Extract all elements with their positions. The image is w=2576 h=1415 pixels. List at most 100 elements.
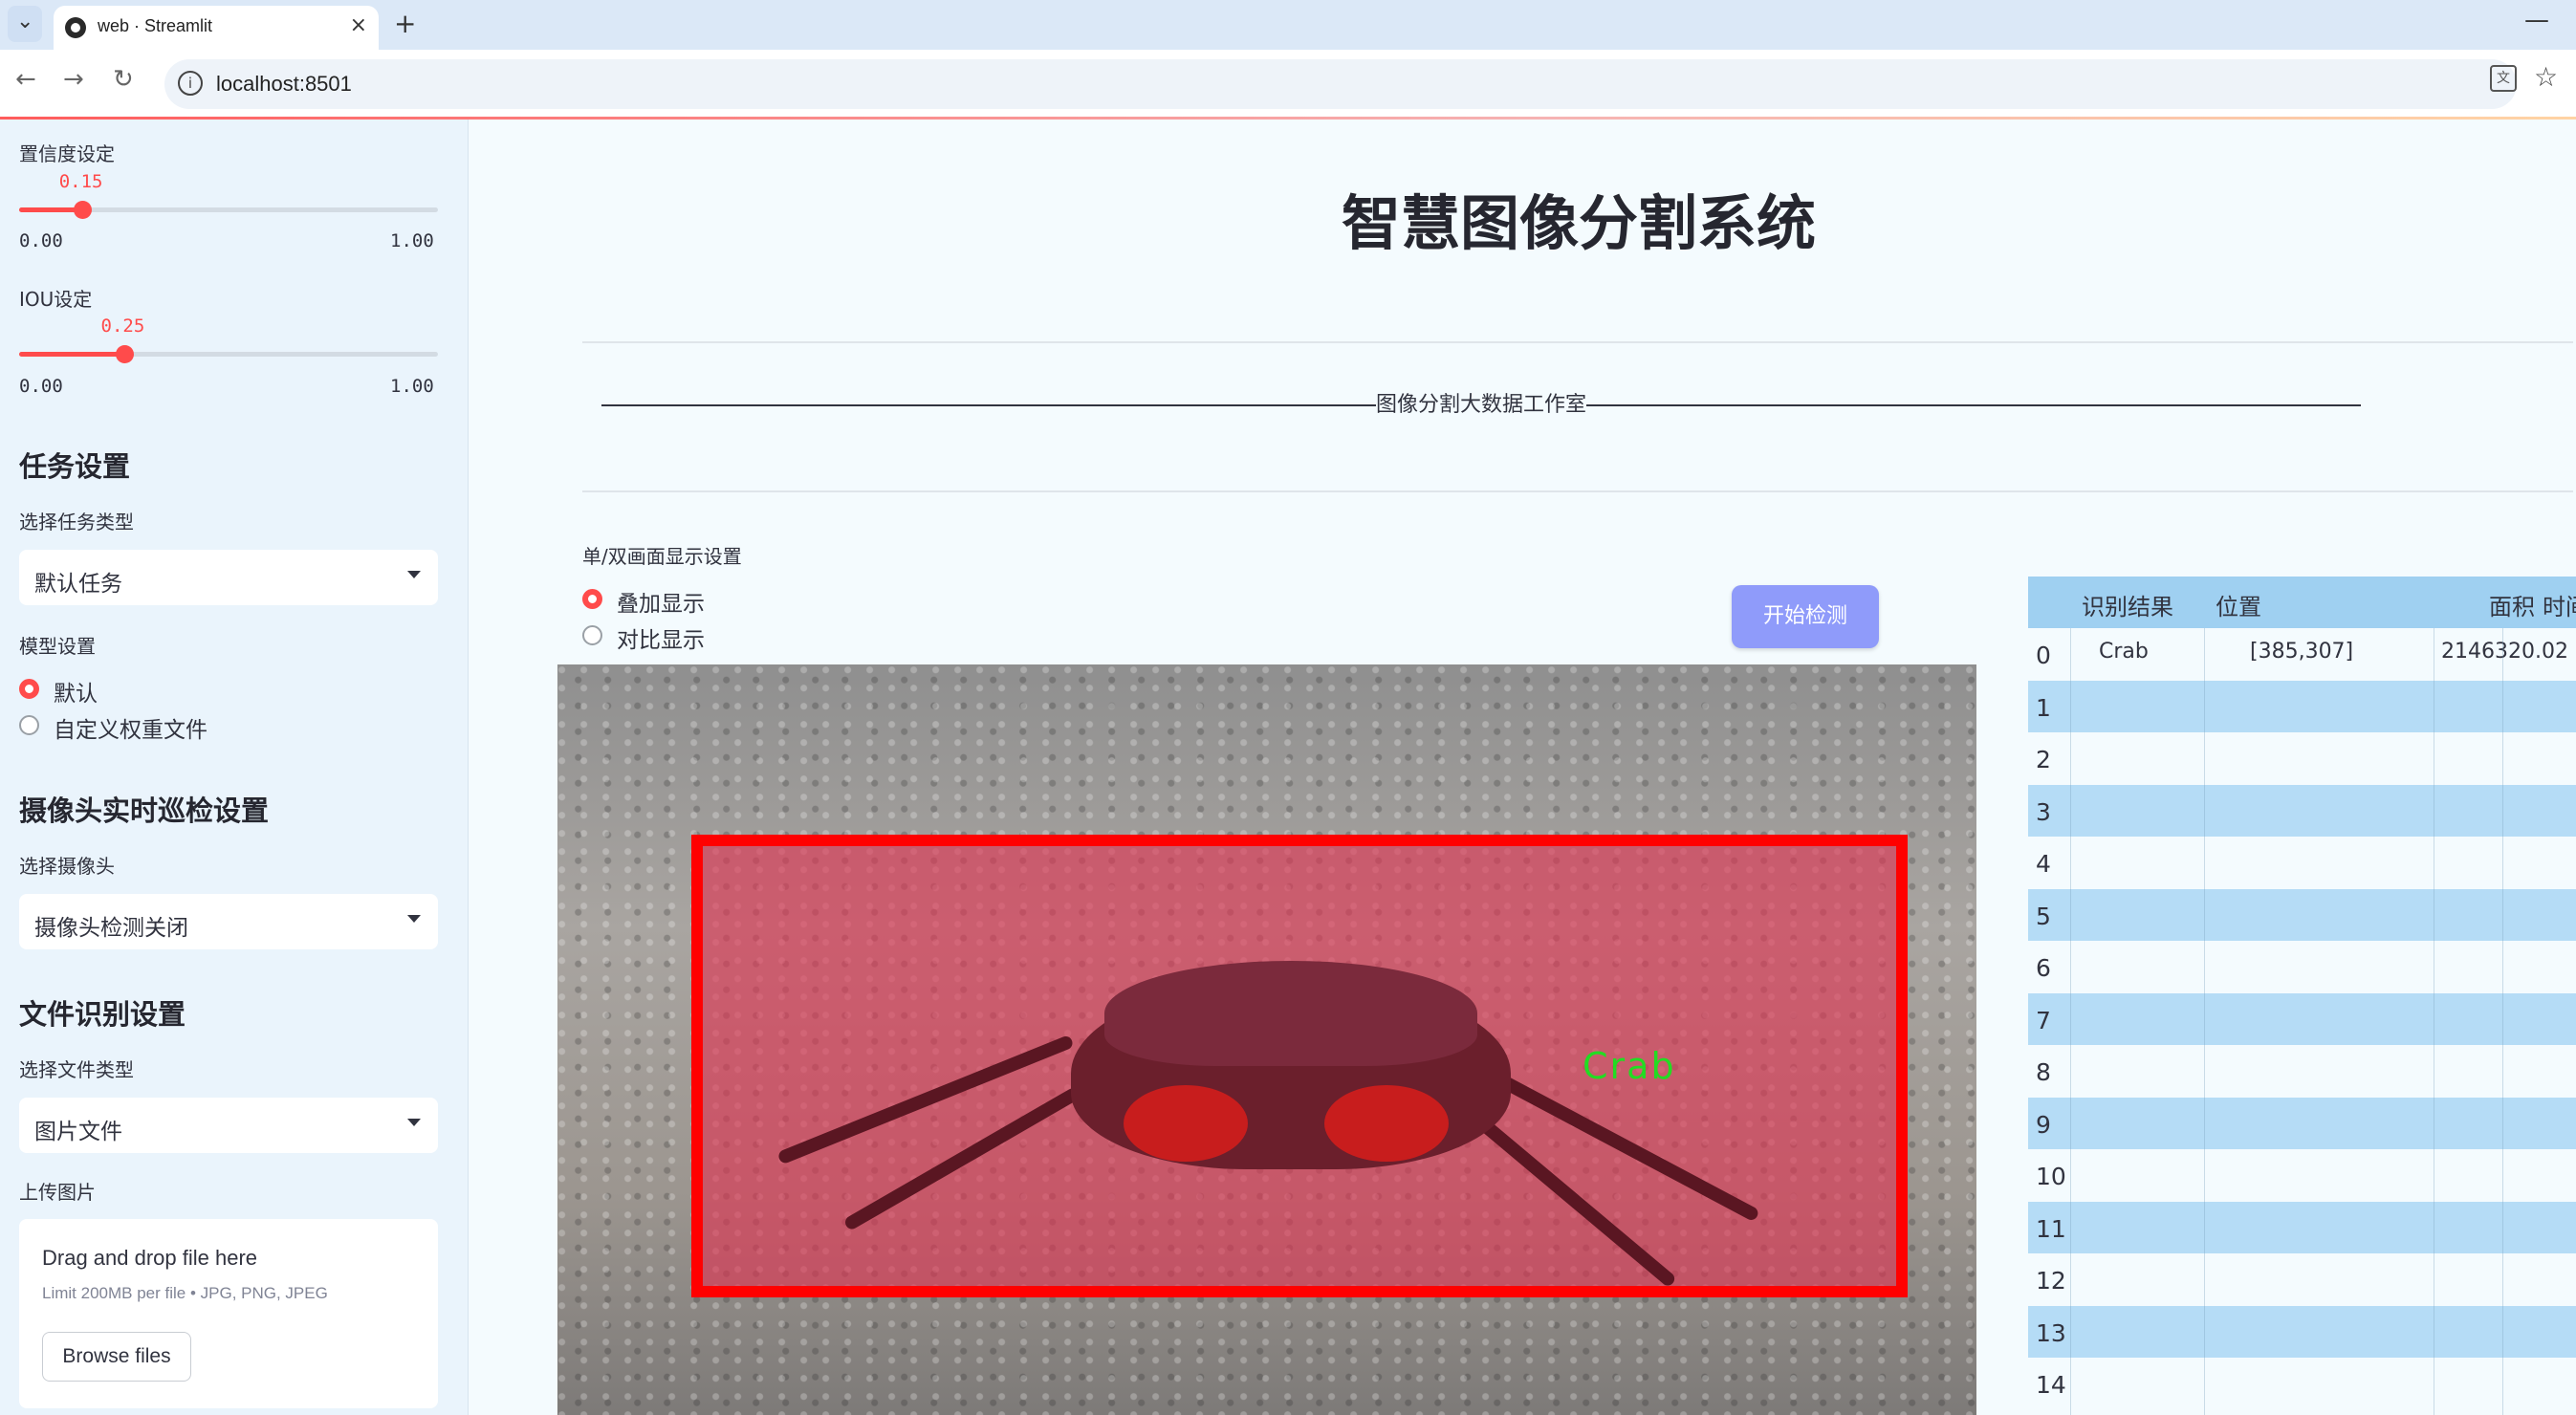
cell-position: [385,307] — [2250, 640, 2354, 664]
task-type-value: 默认任务 — [34, 572, 122, 597]
url-field[interactable]: i localhost:8501 — [164, 59, 2517, 109]
display-option-label: 对比显示 — [617, 628, 705, 653]
detection-image: Crab — [557, 664, 1976, 1415]
table-row[interactable]: 4 — [2028, 837, 2576, 888]
column-divider — [2502, 628, 2503, 1415]
upload-label: 上传图片 — [19, 1181, 96, 1204]
radio-icon[interactable] — [19, 679, 39, 699]
table-row[interactable]: 8 — [2028, 1045, 2576, 1097]
confidence-max: 1.00 — [390, 230, 434, 251]
model-option-label: 默认 — [54, 682, 98, 707]
dropzone-title: Drag and drop file here — [42, 1246, 258, 1270]
close-icon[interactable]: × — [350, 13, 367, 37]
crab-claw — [1324, 1085, 1449, 1162]
back-icon[interactable]: ← — [15, 65, 36, 94]
display-option-label: 叠加显示 — [617, 592, 705, 617]
table-row[interactable]: 6 — [2028, 941, 2576, 992]
file-dropzone[interactable]: Drag and drop file here Limit 200MB per … — [19, 1219, 438, 1408]
table-row[interactable]: 2 — [2028, 732, 2576, 784]
row-index: 8 — [2036, 1058, 2051, 1086]
camera-select-value: 摄像头检测关闭 — [34, 916, 188, 941]
table-row[interactable]: 3 — [2028, 784, 2576, 837]
dash-line — [1586, 404, 2361, 406]
confidence-value: 0.15 — [58, 171, 103, 192]
tab-dropdown-icon[interactable]: ⌄ — [8, 6, 42, 42]
model-option-label: 自定义权重文件 — [54, 718, 207, 743]
table-row[interactable]: 1 — [2028, 680, 2576, 732]
table-row[interactable]: 13 — [2028, 1305, 2576, 1358]
chevron-down-icon — [407, 571, 421, 578]
column-header-area[interactable]: 面积 — [2489, 588, 2535, 621]
crab-leg — [1463, 1105, 1677, 1289]
table-row[interactable]: 11 — [2028, 1201, 2576, 1253]
plus-icon[interactable]: + — [394, 8, 416, 39]
confidence-slider-fill — [19, 207, 82, 212]
column-header-result[interactable]: 识别结果 — [2082, 588, 2173, 621]
row-index: 5 — [2036, 902, 2051, 930]
task-type-select[interactable]: 默认任务 — [19, 550, 438, 605]
crab-leg — [1483, 1066, 1760, 1223]
table-row[interactable]: 10 — [2028, 1149, 2576, 1201]
row-index: 6 — [2036, 954, 2051, 982]
iou-value: 0.25 — [100, 316, 145, 337]
reload-icon[interactable]: ↻ — [113, 65, 134, 94]
forward-icon[interactable]: → — [63, 65, 84, 94]
table-row[interactable]: 7 — [2028, 992, 2576, 1045]
iou-label: IOU设定 — [19, 288, 93, 311]
tab-title: web · Streamlit — [98, 16, 213, 35]
browser-tab[interactable]: web · Streamlit × — [54, 6, 379, 50]
row-index: 7 — [2036, 1006, 2051, 1034]
url-text[interactable]: localhost:8501 — [216, 72, 352, 97]
chevron-down-icon — [407, 915, 421, 923]
radio-icon[interactable] — [582, 625, 602, 645]
row-index: 12 — [2036, 1267, 2066, 1295]
table-row[interactable]: 9 — [2028, 1097, 2576, 1149]
crab-leg — [842, 1085, 1081, 1232]
browse-files-button[interactable]: Browse files — [42, 1332, 191, 1382]
divider — [582, 490, 2573, 492]
info-icon[interactable]: i — [178, 71, 203, 96]
iou-slider[interactable]: 0.25 — [19, 316, 438, 363]
table-row[interactable]: 14 — [2028, 1358, 2576, 1409]
confidence-slider[interactable]: 0.15 — [19, 171, 438, 219]
radio-icon[interactable] — [19, 715, 39, 735]
task-settings-heading: 任务设置 — [19, 450, 131, 483]
table-row[interactable]: 5 — [2028, 888, 2576, 941]
column-header-position[interactable]: 位置 — [2216, 588, 2261, 621]
iou-max: 1.00 — [390, 376, 434, 397]
results-table[interactable]: 识别结果 位置 面积 时间 0Crab[385,307]2146320.0212… — [2028, 577, 2576, 1415]
iou-slider-fill — [19, 352, 124, 357]
main-content: 智慧图像分割系统 图像分割大数据工作室 单/双画面显示设置 叠加显示 对比显示 … — [469, 120, 2576, 1415]
crab-claw — [1124, 1085, 1248, 1162]
row-index: 1 — [2036, 693, 2051, 722]
table-row[interactable]: 12 — [2028, 1253, 2576, 1305]
detection-label: Crab — [1583, 1045, 1676, 1087]
start-detection-button[interactable]: 开始检测 — [1732, 585, 1879, 648]
task-type-label: 选择任务类型 — [19, 511, 134, 533]
row-index: 3 — [2036, 797, 2051, 826]
row-index: 0 — [2036, 642, 2051, 669]
studio-name: 图像分割大数据工作室 — [1375, 393, 1586, 417]
confidence-slider-thumb[interactable] — [73, 201, 92, 219]
file-type-label: 选择文件类型 — [19, 1058, 134, 1081]
translate-icon[interactable]: 文 — [2490, 65, 2517, 92]
confidence-min: 0.00 — [19, 230, 63, 251]
row-index: 10 — [2036, 1163, 2066, 1190]
segmentation-overlay: Crab — [691, 835, 1908, 1297]
table-header: 识别结果 位置 面积 时间 — [2028, 577, 2576, 628]
column-header-time[interactable]: 时间 — [2543, 588, 2576, 621]
iou-slider-thumb[interactable] — [115, 345, 134, 363]
row-index: 2 — [2036, 746, 2051, 773]
camera-select[interactable]: 摄像头检测关闭 — [19, 894, 438, 949]
browser-tab-bar: ⌄ web · Streamlit × + — — [0, 0, 2576, 50]
model-settings-label: 模型设置 — [19, 635, 96, 658]
cell-area: 2146320.02 — [2441, 640, 2568, 664]
table-row[interactable]: 0 Crab [385,307] 2146320.02 — [2028, 628, 2576, 680]
divider — [582, 341, 2573, 343]
dropzone-limit: Limit 200MB per file • JPG, PNG, JPEG — [42, 1284, 328, 1302]
row-index: 4 — [2036, 850, 2051, 878]
file-type-select[interactable]: 图片文件 — [19, 1098, 438, 1153]
star-icon[interactable]: ☆ — [2534, 61, 2558, 93]
minimize-icon[interactable]: — — [2524, 6, 2549, 34]
radio-icon[interactable] — [582, 589, 602, 609]
